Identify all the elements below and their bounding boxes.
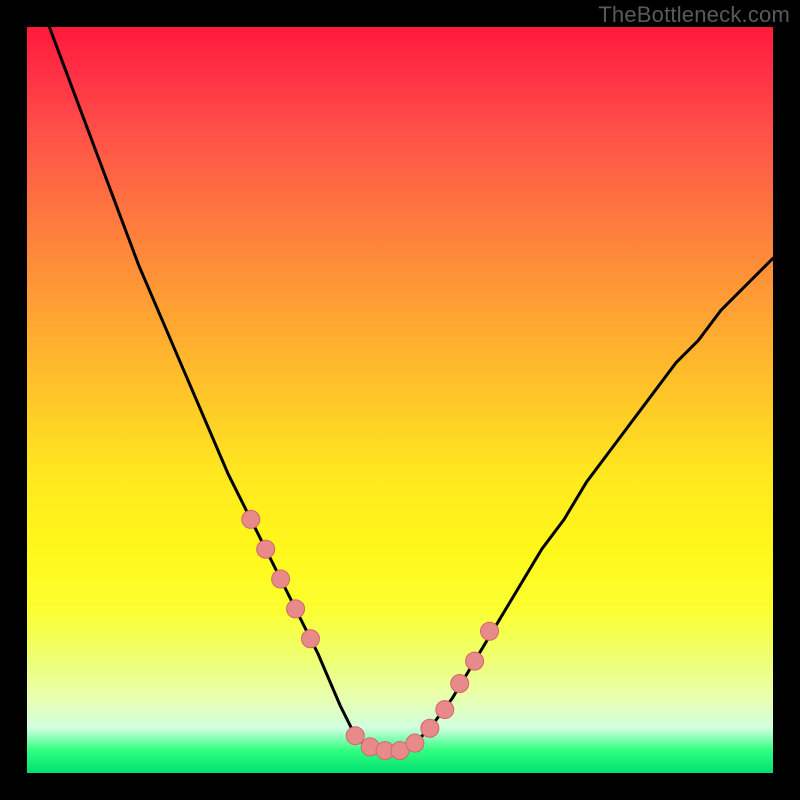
- bottleneck-curve: [27, 27, 773, 751]
- curve-path: [27, 27, 773, 751]
- watermark-text: TheBottleneck.com: [598, 2, 790, 28]
- highlight-marker: [421, 719, 439, 737]
- highlight-marker: [301, 630, 319, 648]
- marker-layer: [242, 510, 499, 759]
- chart-frame: TheBottleneck.com: [0, 0, 800, 800]
- highlight-marker: [346, 727, 364, 745]
- highlight-marker: [451, 674, 469, 692]
- highlight-marker: [436, 701, 454, 719]
- curve-layer: [27, 27, 773, 773]
- highlight-marker: [406, 734, 424, 752]
- highlight-marker: [257, 540, 275, 558]
- highlight-marker: [287, 600, 305, 618]
- highlight-marker: [272, 570, 290, 588]
- highlight-marker: [466, 652, 484, 670]
- plot-area: [27, 27, 773, 773]
- highlight-marker: [242, 510, 260, 528]
- highlight-marker: [481, 622, 499, 640]
